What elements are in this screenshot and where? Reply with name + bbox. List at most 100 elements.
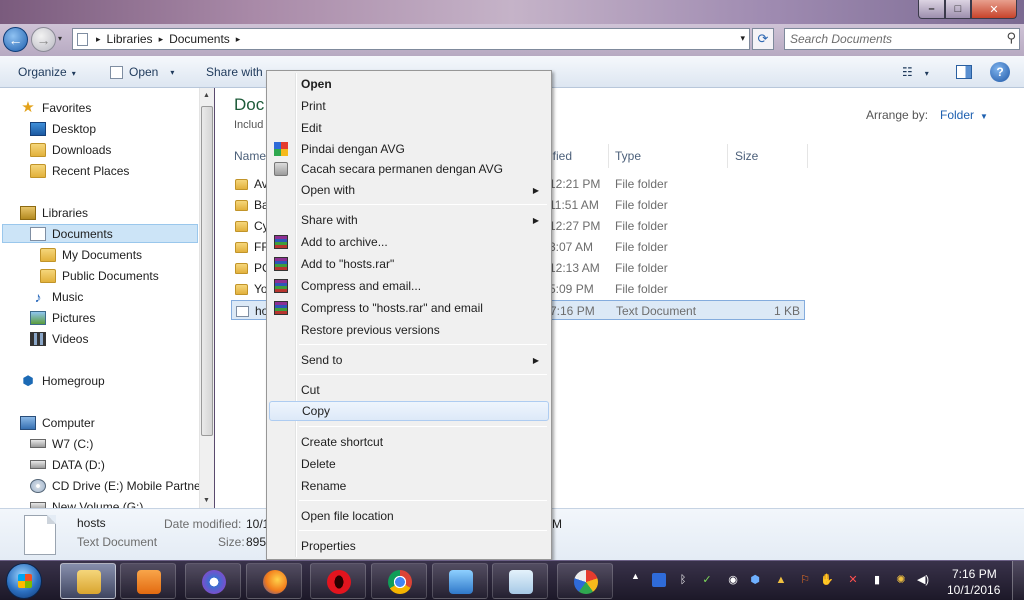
navigation-scrollbar[interactable]: ▲ ▼ (199, 88, 214, 508)
breadcrumb-separator[interactable]: ▸ (159, 34, 164, 45)
column-header-name[interactable]: Name (234, 149, 266, 163)
column-header-size[interactable]: Size (735, 149, 758, 163)
close-button[interactable]: ✕ (971, 0, 1017, 19)
nav-drive-e[interactable]: CD Drive (E:) Mobile Partner (30, 476, 205, 495)
menu-item-avg-shred[interactable]: Cacah secara permanen dengan AVG (269, 159, 549, 179)
menu-item-delete[interactable]: Delete (269, 454, 549, 474)
nav-homegroup[interactable]: ⬢ Homegroup (20, 371, 104, 390)
tray-shield-icon[interactable]: ⬢ (748, 573, 762, 587)
preview-pane-icon[interactable] (956, 65, 972, 79)
breadcrumb-libraries[interactable]: Libraries (107, 32, 153, 46)
taskbar-network[interactable] (432, 563, 488, 599)
nav-desktop[interactable]: Desktop (30, 119, 96, 138)
menu-item-edit[interactable]: Edit (269, 118, 549, 138)
tray-app-icon[interactable] (652, 573, 666, 587)
nav-drive-d[interactable]: DATA (D:) (30, 455, 105, 474)
menu-item-avg-scan[interactable]: Pindai dengan AVG (269, 139, 549, 159)
nav-favorites[interactable]: ★ Favorites (20, 98, 91, 117)
tray-check-icon[interactable]: ✓ (700, 573, 714, 587)
tray-warning-icon[interactable]: ▲ (774, 573, 788, 587)
help-button[interactable]: ? (990, 62, 1010, 82)
volume-icon[interactable]: ◀) (916, 573, 930, 587)
scroll-down-icon[interactable]: ▼ (203, 497, 210, 504)
clock-date[interactable]: 10/1/2016 (947, 583, 1000, 597)
start-button[interactable] (6, 563, 42, 599)
menu-item-print[interactable]: Print (269, 96, 549, 116)
column-divider[interactable] (807, 144, 808, 168)
nav-my-documents[interactable]: My Documents (40, 245, 142, 264)
clock-time[interactable]: 7:16 PM (952, 567, 997, 581)
search-icon[interactable]: ⚲ (1006, 30, 1016, 46)
nav-documents[interactable]: Documents (2, 224, 198, 243)
scrollbar-thumb[interactable] (201, 106, 213, 436)
taskbar-opera[interactable] (310, 563, 366, 599)
nav-computer[interactable]: Computer (20, 413, 95, 432)
refresh-button[interactable]: ⟳ (752, 28, 774, 50)
tray-eye-icon[interactable]: ◉ (726, 573, 740, 587)
taskbar-media-player[interactable] (120, 563, 176, 599)
search-input[interactable]: Search Documents ⚲ (784, 28, 1020, 50)
bluetooth-icon[interactable]: ᛒ (676, 573, 690, 587)
nav-drive-g[interactable]: New Volume (G:) (30, 497, 143, 508)
change-view-button[interactable]: ☷ ▾ (902, 65, 929, 79)
address-history-dropdown[interactable]: ▾ (740, 33, 745, 44)
brightness-icon[interactable]: ✺ (894, 573, 908, 587)
nav-libraries[interactable]: Libraries (20, 203, 88, 222)
menu-item-restore-previous-versions[interactable]: Restore previous versions (269, 320, 549, 340)
column-divider[interactable] (608, 144, 609, 168)
taskbar-chrome[interactable] (371, 563, 427, 599)
battery-icon[interactable]: ▮ (870, 573, 884, 587)
column-divider[interactable] (727, 144, 728, 168)
menu-item-create-shortcut[interactable]: Create shortcut (269, 432, 549, 452)
menu-item-cut[interactable]: Cut (269, 380, 549, 400)
forward-button[interactable]: → (31, 27, 56, 52)
arrange-by-dropdown[interactable]: Folder ▼ (940, 108, 988, 122)
menu-item-compress-hosts-email[interactable]: Compress to "hosts.rar" and email (269, 298, 549, 318)
nav-pictures[interactable]: Pictures (30, 308, 95, 327)
taskbar-firefox[interactable] (246, 563, 302, 599)
nav-label: Music (52, 289, 84, 304)
menu-item-open-with[interactable]: Open with ▶ (269, 180, 549, 200)
tray-color-icon[interactable]: ⚐ (798, 573, 812, 587)
show-hidden-icons-button[interactable]: ▲ (631, 571, 640, 581)
taskbar-notepad[interactable] (492, 563, 548, 599)
address-bar[interactable]: ▸ Libraries ▸ Documents ▸ ▾ (72, 28, 750, 50)
menu-item-rename[interactable]: Rename (269, 476, 549, 496)
tray-hand-icon[interactable]: ✋ (820, 573, 834, 587)
share-with-button[interactable]: Share with (206, 65, 263, 79)
menu-item-send-to[interactable]: Send to ▶ (269, 350, 549, 370)
menu-item-properties[interactable]: Properties (269, 536, 549, 556)
action-center-icon[interactable]: ✕ (846, 573, 860, 587)
menu-item-copy[interactable]: Copy (269, 401, 549, 421)
column-header-type[interactable]: Type (615, 149, 641, 163)
arrange-by-value: Folder (940, 108, 975, 122)
maximize-button[interactable]: □ (945, 0, 971, 19)
menu-item-share-with[interactable]: Share with ▶ (269, 210, 549, 230)
menu-item-compress-email[interactable]: Compress and email... (269, 276, 549, 296)
taskbar-paint[interactable] (557, 563, 613, 599)
nav-videos[interactable]: Videos (30, 329, 88, 348)
scroll-up-icon[interactable]: ▲ (203, 92, 210, 99)
nav-recent-places[interactable]: Recent Places (30, 161, 129, 180)
recent-pages-dropdown[interactable]: ▾ (58, 34, 62, 43)
menu-item-open-file-location[interactable]: Open file location (269, 506, 549, 526)
nav-drive-c[interactable]: W7 (C:) (30, 434, 93, 453)
breadcrumb-separator[interactable]: ▸ (236, 34, 241, 45)
nav-downloads[interactable]: Downloads (30, 140, 111, 159)
show-desktop-button[interactable] (1012, 561, 1024, 600)
taskbar-app[interactable] (185, 563, 241, 599)
library-includes-link[interactable]: Includ (234, 119, 263, 131)
breadcrumb-separator[interactable]: ▸ (96, 34, 101, 45)
taskbar-explorer[interactable] (60, 563, 116, 599)
column-header-date-modified[interactable]: ified (550, 149, 572, 163)
open-button[interactable]: Open ▾ (110, 65, 174, 79)
nav-music[interactable]: ♪ Music (30, 287, 84, 306)
menu-item-open[interactable]: Open (269, 74, 549, 94)
breadcrumb-documents[interactable]: Documents (169, 32, 230, 46)
back-button[interactable]: ← (3, 27, 28, 52)
minimize-button[interactable]: – (918, 0, 945, 19)
menu-item-add-to-hosts-rar[interactable]: Add to "hosts.rar" (269, 254, 549, 274)
nav-public-documents[interactable]: Public Documents (40, 266, 159, 285)
organize-button[interactable]: Organize ▾ (18, 65, 76, 79)
menu-item-add-to-archive[interactable]: Add to archive... (269, 232, 549, 252)
